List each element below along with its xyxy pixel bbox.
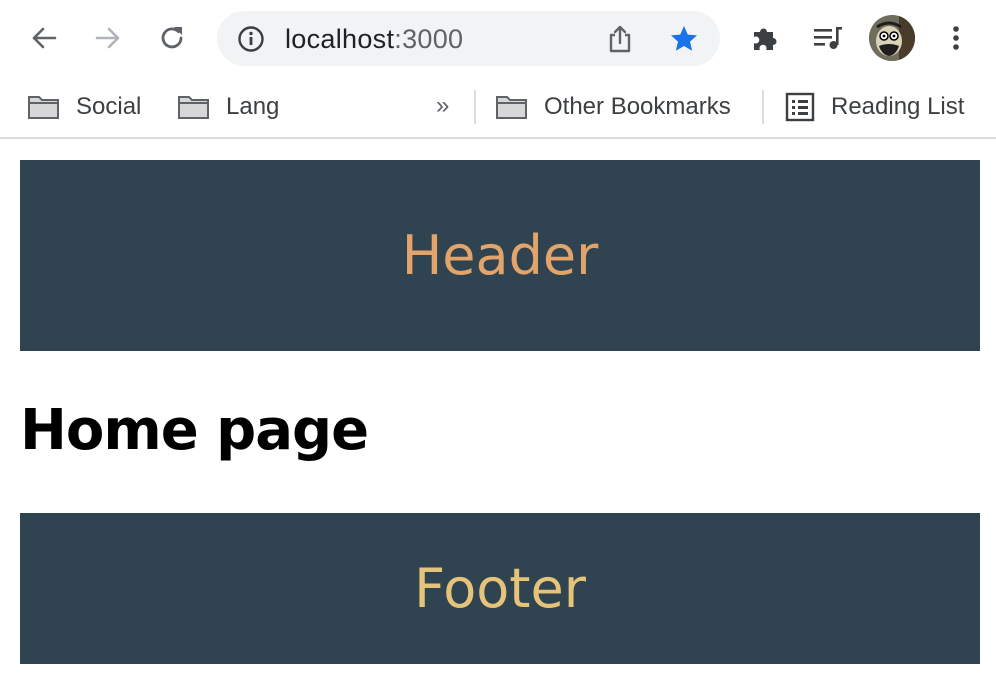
folder-icon [28,96,59,119]
folder-icon [496,96,527,119]
share-icon[interactable] [602,21,638,57]
page-content: Header Home page Footer [0,139,996,694]
bookmark-folder-lang[interactable]: Lang [177,90,279,124]
site-footer: Footer [20,513,980,664]
kebab-menu-icon [953,26,959,50]
back-button[interactable] [22,16,66,60]
browser-menu-button[interactable] [934,16,978,60]
media-queue-icon [814,27,842,49]
info-icon[interactable] [233,21,269,57]
extensions-button[interactable] [742,16,786,60]
folder-icon [178,96,209,119]
bookmarks-divider [474,90,476,124]
arrow-left-icon [32,27,57,49]
bookmark-label: Other Bookmarks [544,93,731,120]
browser-toolbar: localhost:3000 [0,0,996,76]
profile-avatar[interactable] [869,15,915,61]
footer-text: Footer [414,557,586,620]
bookmarks-bar: Social Lang » Other Bookmarks Reading Li… [0,76,996,139]
media-button[interactable] [806,16,850,60]
address-bar[interactable]: localhost:3000 [217,11,720,66]
site-header: Header [20,160,980,351]
bookmark-folder-other[interactable]: Other Bookmarks [495,90,731,124]
reload-button[interactable] [150,16,194,60]
reading-list-button[interactable]: Reading List [785,90,964,124]
bookmark-label: Lang [226,93,280,120]
bookmark-label: Social [76,93,142,120]
star-icon[interactable] [666,21,702,57]
forward-button[interactable] [86,16,130,60]
url-port: :3000 [394,24,464,54]
arrow-right-icon [95,27,120,49]
url-host: localhost [285,24,395,54]
bookmark-folder-social[interactable]: Social [27,90,141,124]
reading-list-icon [785,92,815,122]
page-title: Home page [20,398,369,463]
bookmarks-divider [762,90,764,124]
reload-icon [161,27,183,49]
url-text[interactable]: localhost:3000 [285,24,463,55]
reading-list-label: Reading List [831,93,965,120]
more-bookmarks-button[interactable]: » [436,92,449,120]
header-text: Header [401,224,599,287]
puzzle-icon [754,28,777,50]
